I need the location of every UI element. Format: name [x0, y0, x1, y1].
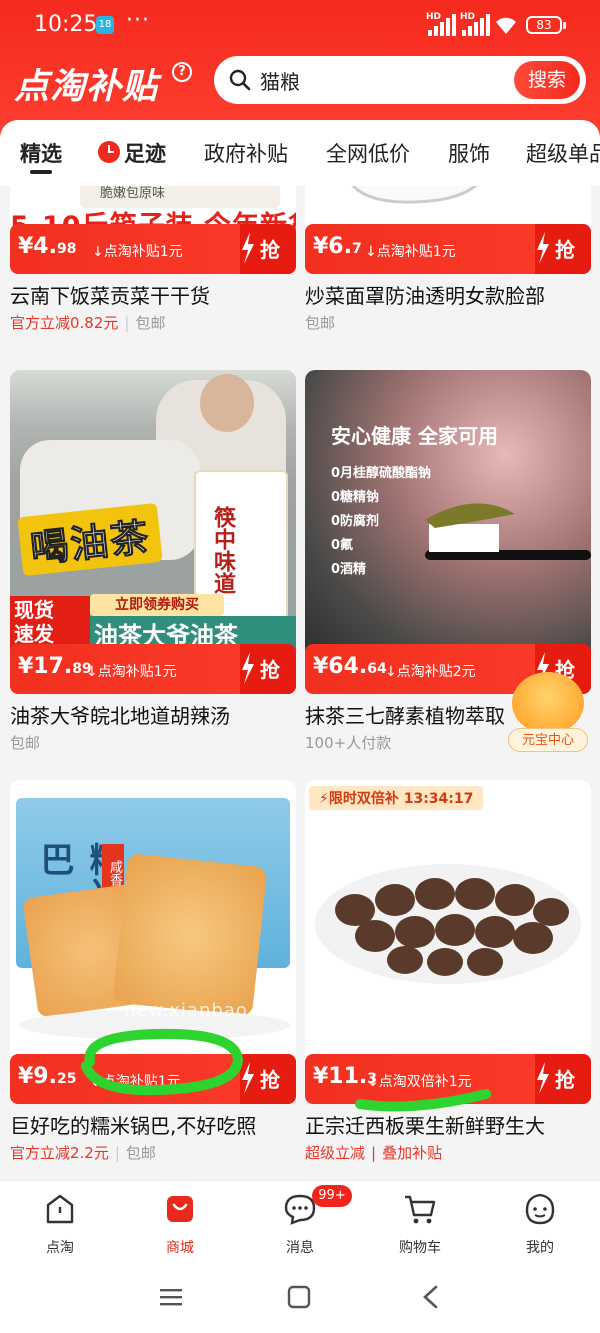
tab-gov-subsidy[interactable]: 政府补贴 — [204, 138, 288, 168]
product-image: ⚡限时双倍补 13:34:17 — [305, 780, 591, 1064]
watermark: new.xianbao.fun — [124, 1000, 287, 1021]
search-bar[interactable]: 猫粮 搜索 — [214, 56, 586, 104]
nav-profile[interactable]: 我的 — [500, 1191, 580, 1257]
product-title[interactable]: 正宗迁西板栗生新鲜野生大 — [305, 1110, 591, 1139]
product-image: 筷中味道 喝油茶 立即领券购买 现货 速发 油茶大爷油茶 — [10, 370, 296, 652]
subsidy-label: ↓点淘补贴1元 — [86, 664, 177, 680]
price-bar: ¥11.3 ↓点淘双倍补1元 抢 — [305, 1054, 591, 1104]
home-icon — [46, 1194, 74, 1224]
product-card[interactable]: ¥6.7 ↓点淘补贴1元 抢 炒菜面罩防油透明女款脸部 包邮 — [305, 186, 591, 350]
message-count-badge: 99+ — [312, 1185, 352, 1207]
price-bar: ¥17.89 ↓点淘补贴1元 抢 — [10, 644, 296, 694]
status-time: 10:25 — [34, 12, 98, 37]
nav-cart[interactable]: 购物车 — [380, 1191, 460, 1257]
price: ¥9.25 — [18, 1064, 77, 1089]
tab-active-indicator — [30, 170, 52, 174]
cart-icon — [405, 1195, 436, 1224]
tab-clothing[interactable]: 服饰 — [448, 138, 490, 168]
product-card[interactable]: 糯米锅巴 咸香味 ¥9.25 ↓点淘补贴1元 抢 巨好吃的糯米锅巴,不好吃照 官… — [10, 780, 296, 1180]
product-image: 糯米锅巴 咸香味 — [10, 780, 296, 1064]
tab-super-items[interactable]: 超级单品 — [526, 138, 600, 168]
menu-icon[interactable] — [158, 1284, 184, 1310]
grab-button[interactable]: 抢 — [535, 1054, 591, 1104]
brand-logo: 点淘补贴 — [14, 67, 159, 107]
lightning-icon — [537, 232, 549, 264]
search-input[interactable]: 猫粮 — [260, 66, 300, 95]
product-title[interactable]: 巨好吃的糯米锅巴,不好吃照 — [10, 1110, 296, 1139]
search-icon — [229, 69, 251, 91]
product-image: 安心健康 全家可用 0月桂醇硫酸酯钠 0糖精钠 0防腐剂 0氟 0酒精 — [305, 370, 591, 652]
clock-icon — [98, 141, 120, 163]
price: ¥6.7 — [313, 234, 362, 259]
search-button[interactable]: 搜索 — [514, 61, 580, 99]
tab-lowest-price[interactable]: 全网低价 — [326, 138, 410, 168]
tab-featured[interactable]: 精选 — [20, 138, 62, 168]
product-meta: 官方立减0.82元 | 包邮 — [10, 314, 166, 332]
lightning-icon — [537, 1062, 549, 1094]
price-bar: ¥4.98 ↓点淘补贴1元 抢 — [10, 224, 296, 274]
product-meta: 包邮 — [305, 314, 336, 332]
price-bar: ¥9.25 ↓点淘补贴1元 抢 — [10, 1054, 296, 1104]
product-card[interactable]: 筷中味道 喝油茶 立即领券购买 现货 速发 油茶大爷油茶 ¥17.89 ↓点淘补贴… — [10, 370, 296, 760]
product-title[interactable]: 油茶大爷皖北地道胡辣汤 — [10, 700, 296, 729]
price: ¥17.89 — [18, 654, 92, 679]
signal-icon-2 — [462, 14, 492, 36]
nav-diantao[interactable]: 点淘 — [20, 1191, 100, 1257]
product-card[interactable]: ⚡限时双倍补 13:34:17 ¥11.3 ↓点淘双倍补1元 抢 正宗迁西板栗生… — [305, 780, 591, 1180]
price: ¥4.98 — [18, 234, 77, 259]
chestnuts-image — [335, 878, 569, 976]
battery-icon: 83 — [526, 16, 566, 34]
product-meta: 包邮 — [10, 734, 41, 752]
yuanbao-center-label: 元宝中心 — [508, 728, 588, 752]
lightning-icon — [242, 652, 254, 684]
product-meta: 100+人付款 — [305, 734, 392, 752]
coupon-ribbon: 立即领券购买 — [90, 594, 224, 616]
subsidy-label: ↓点淘双倍补1元 — [367, 1074, 472, 1090]
subsidy-label: ↓点淘补贴2元 — [385, 664, 476, 680]
grab-button[interactable]: 抢 — [535, 224, 591, 274]
wifi-icon — [496, 17, 516, 34]
system-navigation-bar — [0, 1270, 600, 1333]
product-card[interactable]: 脆嫩包原味 5-10斤箱子装 今年新货 ¥4.98 ↓点淘补贴1元 抢 云南下饭… — [10, 186, 296, 350]
product-headline: 安心健康 全家可用 — [331, 424, 498, 448]
back-icon[interactable] — [418, 1284, 444, 1310]
toothbrush-image — [425, 503, 591, 560]
shopping-bag-icon — [167, 1196, 193, 1222]
in-stock-badge: 现货 速发 — [10, 596, 90, 650]
more-notifications-icon: ··· — [126, 8, 150, 33]
profile-face-icon — [525, 1193, 555, 1225]
face-shield-image — [351, 186, 478, 204]
price: ¥64.64 — [313, 654, 387, 679]
price-bar: ¥6.7 ↓点淘补贴1元 抢 — [305, 224, 591, 274]
signal-icon — [428, 14, 458, 36]
category-tabs — [0, 120, 600, 186]
grab-button[interactable]: 抢 — [240, 644, 296, 694]
nav-mall[interactable]: 商城 — [140, 1191, 220, 1257]
status-bar: 10:25 18 ··· HD HD 83 — [0, 0, 600, 54]
product-title[interactable]: 炒菜面罩防油透明女款脸部 — [305, 280, 591, 309]
tab-history[interactable]: 足迹 — [124, 138, 166, 168]
help-icon[interactable]: ? — [172, 62, 192, 82]
battery-level: 83 — [536, 18, 552, 32]
grab-button[interactable]: 抢 — [240, 224, 296, 274]
product-meta: 超级立减 | 叠加补贴 — [305, 1144, 443, 1162]
lightning-icon — [242, 1062, 254, 1094]
yuanbao-center-button[interactable]: 元宝中心 — [508, 672, 588, 756]
product-title[interactable]: 云南下饭菜贡菜干干货 — [10, 280, 296, 309]
grab-button[interactable]: 抢 — [240, 1054, 296, 1104]
lightning-icon — [242, 232, 254, 264]
subsidy-label: ↓点淘补贴1元 — [92, 244, 183, 260]
limited-double-subsidy-tag: ⚡限时双倍补 13:34:17 — [309, 786, 484, 810]
subsidy-label: ↓点淘补贴1元 — [90, 1074, 181, 1090]
bottom-navigation: 点淘 商城 消息 99+ 购物车 我的 — [0, 1180, 600, 1270]
gold-ingot-icon — [512, 672, 584, 734]
home-square-icon[interactable] — [286, 1284, 312, 1310]
notification-app-icon: 18 — [96, 16, 114, 34]
subsidy-label: ↓点淘补贴1元 — [365, 244, 456, 260]
product-meta: 官方立减2.2元 | 包邮 — [10, 1144, 156, 1162]
